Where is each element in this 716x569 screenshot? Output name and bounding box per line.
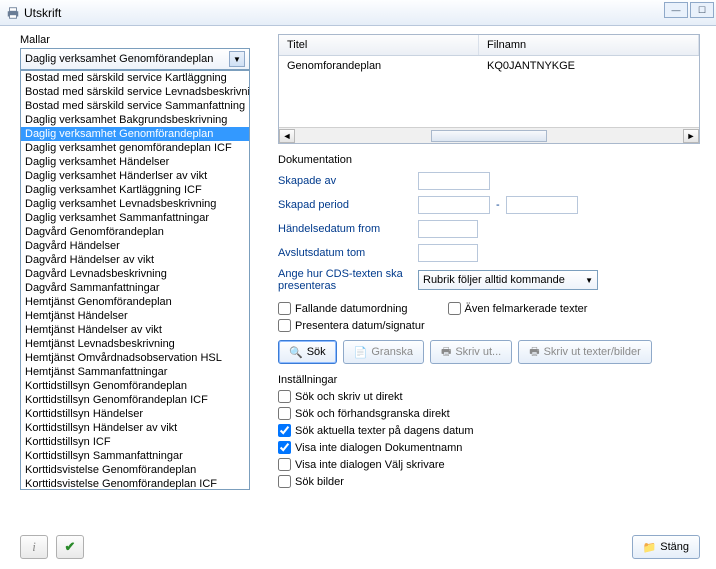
mallar-selected: Daglig verksamhet Genomförandeplan: [25, 53, 213, 65]
list-item[interactable]: Daglig verksamhet Händelser: [21, 155, 249, 169]
preview-icon: 📄: [354, 346, 368, 359]
scroll-left-icon[interactable]: ◄: [279, 129, 295, 143]
list-item[interactable]: Korttidstillsyn Genomförandeplan ICF: [21, 393, 249, 407]
skapad-period-label: Skapad period: [278, 199, 418, 211]
window-title: Utskrift: [24, 6, 61, 20]
list-item[interactable]: Hemtjänst Omvårdnadsobservation HSL: [21, 351, 249, 365]
avslutsdatum-input[interactable]: [418, 244, 478, 262]
cell-titel: Genomforandeplan: [279, 56, 479, 76]
list-item[interactable]: Korttidstillsyn Sammanfattningar: [21, 449, 249, 463]
sok-button[interactable]: 🔍Sök: [278, 340, 337, 364]
list-item[interactable]: Bostad med särskild service Levnadsbeskr…: [21, 85, 249, 99]
list-item[interactable]: Hemtjänst Genomförandeplan: [21, 295, 249, 309]
stang-button[interactable]: 📁 Stäng: [632, 535, 700, 559]
chevron-down-icon: ▼: [229, 51, 245, 67]
printer-icon: [6, 6, 20, 20]
setting-checkbox-4[interactable]: Visa inte dialogen Välj skrivare: [278, 458, 700, 471]
list-item[interactable]: Hemtjänst Sammanfattningar: [21, 365, 249, 379]
result-table[interactable]: Titel Filnamn Genomforandeplan KQ0JANTNY…: [278, 34, 700, 144]
setting-checkbox-2[interactable]: Sök aktuella texter på dagens datum: [278, 424, 700, 437]
list-item[interactable]: Korttidstillsyn ICF: [21, 435, 249, 449]
cds-value: Rubrik följer alltid kommande: [423, 274, 565, 286]
list-item[interactable]: Dagvård Levnadsbeskrivning: [21, 267, 249, 281]
list-item[interactable]: Daglig verksamhet Bakgrundsbeskrivning: [21, 113, 249, 127]
list-item[interactable]: Korttidstillsyn Händelser: [21, 407, 249, 421]
list-item[interactable]: Daglig verksamhet genomförandeplan ICF: [21, 141, 249, 155]
scroll-thumb[interactable]: [431, 130, 547, 142]
ok-button[interactable]: ✔: [56, 535, 84, 559]
skapade-av-input[interactable]: [418, 172, 490, 190]
info-icon: i: [32, 539, 36, 555]
period-to-input[interactable]: [506, 196, 578, 214]
titlebar: Utskrift — ☐: [0, 0, 716, 26]
handelsedatum-label: Händelsedatum from: [278, 223, 418, 235]
setting-checkbox-5[interactable]: Sök bilder: [278, 475, 700, 488]
handelsedatum-input[interactable]: [418, 220, 478, 238]
list-item[interactable]: Daglig verksamhet Sammanfattningar: [21, 211, 249, 225]
fallande-checkbox[interactable]: Fallande datumordning: [278, 302, 408, 315]
col-titel[interactable]: Titel: [279, 35, 479, 55]
maximize-button[interactable]: ☐: [690, 2, 714, 18]
list-item[interactable]: Korttidsvistelse Genomförandeplan: [21, 463, 249, 477]
list-item[interactable]: Korttidstillsyn Händelser av vikt: [21, 421, 249, 435]
dokumentation-label: Dokumentation: [278, 154, 700, 166]
search-icon: 🔍: [289, 346, 303, 359]
list-item[interactable]: Daglig verksamhet Kartläggning ICF: [21, 183, 249, 197]
chevron-down-icon: ▼: [585, 276, 593, 285]
list-item[interactable]: Dagvård Genomförandeplan: [21, 225, 249, 239]
granska-button[interactable]: 📄Granska: [343, 340, 424, 364]
list-item[interactable]: Dagvård Händelser av vikt: [21, 253, 249, 267]
list-item[interactable]: Hemtjänst Händelser av vikt: [21, 323, 249, 337]
folder-icon: 📁: [643, 541, 657, 554]
list-item[interactable]: Dagvård Sammanfattningar: [21, 281, 249, 295]
list-item[interactable]: Bostad med särskild service Sammanfattni…: [21, 99, 249, 113]
list-item[interactable]: Hemtjänst Händelser: [21, 309, 249, 323]
cds-label: Ange hur CDS-texten ska presenteras: [278, 268, 418, 292]
list-item[interactable]: Hemtjänst Levnadsbeskrivning: [21, 337, 249, 351]
list-item[interactable]: Daglig verksamhet Levnadsbeskrivning: [21, 197, 249, 211]
minimize-button[interactable]: —: [664, 2, 688, 18]
printer-icon: 🖶: [529, 343, 539, 362]
list-item[interactable]: Korttidsvistelse Genomförandeplan ICF: [21, 477, 249, 490]
check-icon: ✔: [65, 539, 76, 555]
setting-checkbox-0[interactable]: Sök och skriv ut direkt: [278, 390, 700, 403]
list-item[interactable]: Daglig verksamhet Händerlser av vikt: [21, 169, 249, 183]
skriv-texter-button[interactable]: 🖶Skriv ut texter/bilder: [518, 340, 652, 364]
table-hscrollbar[interactable]: ◄ ►: [279, 127, 699, 143]
skriv-ut-button[interactable]: 🖶Skriv ut...: [430, 340, 512, 364]
mallar-listbox[interactable]: Bostad med särskild service Kartläggning…: [20, 70, 250, 490]
mallar-combobox[interactable]: Daglig verksamhet Genomförandeplan ▼: [20, 48, 250, 70]
col-filnamn[interactable]: Filnamn: [479, 35, 699, 55]
table-row[interactable]: Genomforandeplan KQ0JANTNYKGE: [279, 56, 699, 76]
cds-dropdown[interactable]: Rubrik följer alltid kommande ▼: [418, 270, 598, 290]
presentera-checkbox[interactable]: Presentera datum/signatur: [278, 319, 700, 332]
mallar-label: Mallar: [20, 34, 260, 46]
info-button[interactable]: i: [20, 535, 48, 559]
aven-fel-checkbox[interactable]: Även felmarkerade texter: [448, 302, 588, 315]
skapade-av-label: Skapade av: [278, 175, 418, 187]
list-item[interactable]: Dagvård Händelser: [21, 239, 249, 253]
period-from-input[interactable]: [418, 196, 490, 214]
printer-icon: 🖶: [441, 343, 451, 362]
cell-filnamn: KQ0JANTNYKGE: [479, 56, 699, 76]
setting-checkbox-1[interactable]: Sök och förhandsgranska direkt: [278, 407, 700, 420]
scroll-right-icon[interactable]: ►: [683, 129, 699, 143]
list-item[interactable]: Daglig verksamhet Genomförandeplan: [21, 127, 249, 141]
list-item[interactable]: Korttidstillsyn Genomförandeplan: [21, 379, 249, 393]
list-item[interactable]: Bostad med särskild service Kartläggning: [21, 71, 249, 85]
setting-checkbox-3[interactable]: Visa inte dialogen Dokumentnamn: [278, 441, 700, 454]
installningar-label: Inställningar: [278, 374, 700, 386]
avslutsdatum-label: Avslutsdatum tom: [278, 247, 418, 259]
